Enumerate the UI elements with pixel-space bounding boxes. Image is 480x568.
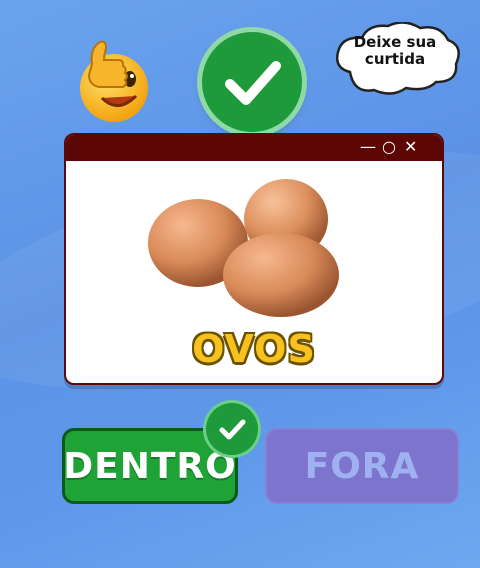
thumbs-up-wink-emoji-icon xyxy=(80,40,148,122)
maximize-icon: ○ xyxy=(382,137,396,156)
close-icon: ✕ xyxy=(404,137,418,156)
eggs-image xyxy=(148,179,339,317)
like-prompt-line1: Deixe sua xyxy=(353,33,437,51)
small-checkmark-icon xyxy=(219,419,246,440)
item-name: OVOS xyxy=(192,327,316,371)
checkmark-icon xyxy=(225,61,281,105)
correct-check-badge xyxy=(202,32,302,132)
item-window: — ○ ✕ OVOS xyxy=(64,133,444,385)
minimize-icon: — xyxy=(360,137,376,156)
like-prompt-line2: curtida xyxy=(364,50,426,68)
window-titlebar: — ○ ✕ xyxy=(66,135,442,161)
outside-button[interactable]: FORA xyxy=(265,428,459,504)
selected-check-badge xyxy=(206,403,258,455)
like-prompt-text: Deixe sua curtida xyxy=(330,34,460,68)
